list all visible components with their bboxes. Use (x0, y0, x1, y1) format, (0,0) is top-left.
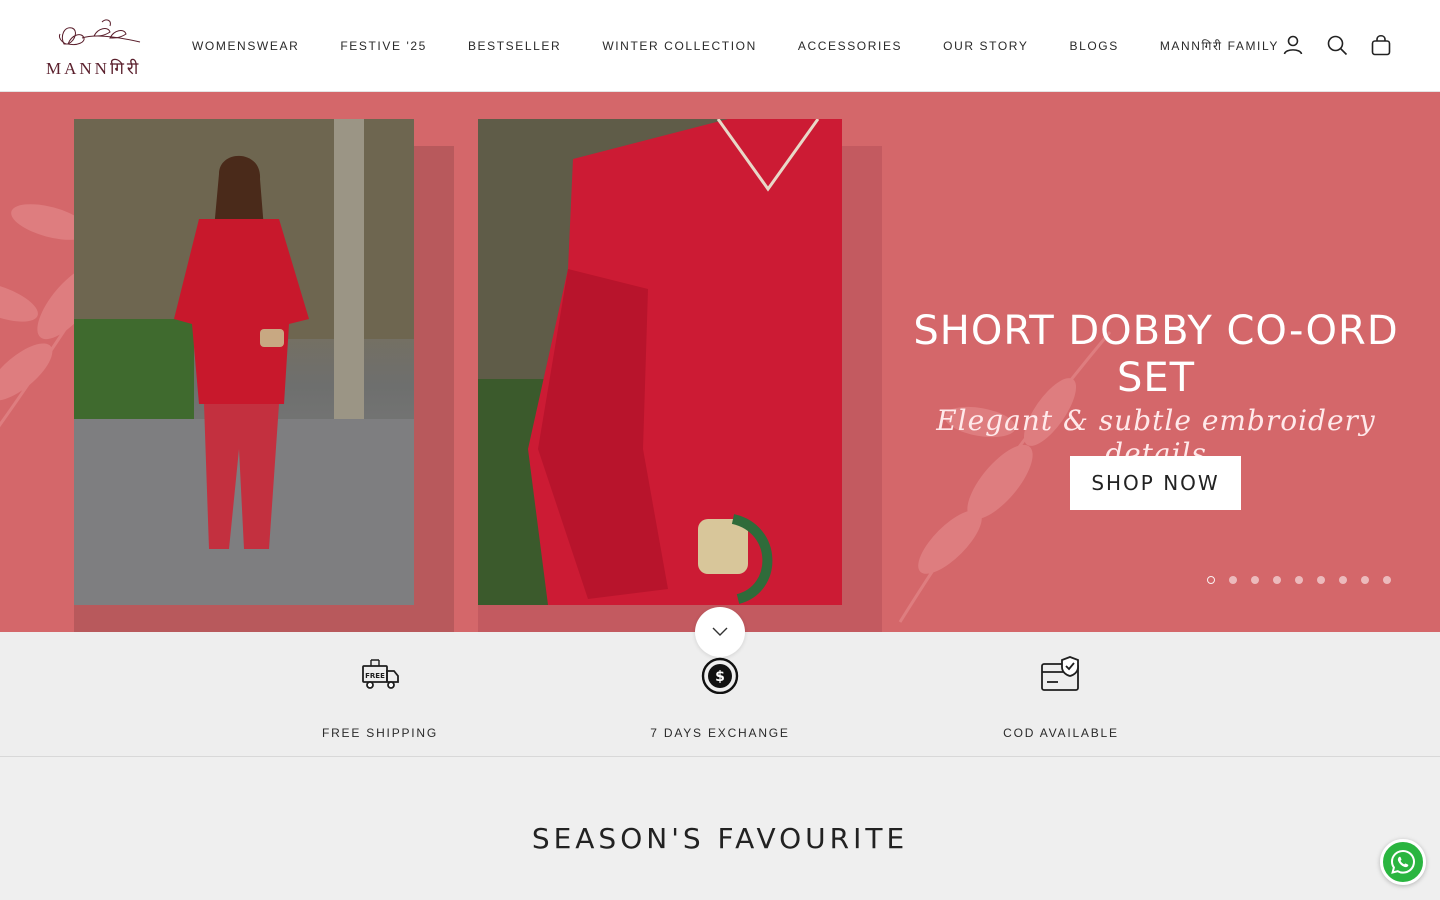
slide-dot-5[interactable] (1295, 576, 1303, 584)
feature-label: 7 DAYS EXCHANGE (650, 726, 790, 740)
nav-item-bestseller[interactable]: BESTSELLER (468, 38, 561, 54)
nav-item-winter-collection[interactable]: WINTER COLLECTION (602, 38, 757, 54)
brand-logo[interactable]: MANNगिरी (46, 16, 150, 78)
cart-icon[interactable] (1370, 34, 1392, 56)
svg-text:FREE: FREE (365, 672, 385, 680)
feature-label: COD AVAILABLE (1003, 726, 1119, 740)
site-header: MANNगिरी WOMENSWEAR FESTIVE '25 BESTSELL… (0, 0, 1440, 92)
hero-title: SHORT DOBBY CO-ORD SET (913, 308, 1399, 401)
feature-exchange: $ 7 DAYS EXCHANGE (620, 654, 820, 740)
shop-now-button[interactable]: SHOP NOW (1070, 456, 1241, 510)
main-nav: WOMENSWEAR FESTIVE '25 BESTSELLER WINTER… (192, 38, 1320, 54)
header-actions (1282, 34, 1392, 56)
search-icon[interactable] (1326, 34, 1348, 56)
slide-dot-3[interactable] (1251, 576, 1259, 584)
whatsapp-icon (1390, 849, 1416, 874)
nav-item-our-story[interactable]: OUR STORY (943, 38, 1028, 54)
lotus-logo-icon (59, 19, 141, 45)
feature-cod: COD AVAILABLE (961, 654, 1161, 740)
svg-text:$: $ (715, 669, 725, 685)
nav-item-accessories[interactable]: ACCESSORIES (798, 38, 902, 54)
logo-text: MANNगिरी (46, 59, 142, 78)
whatsapp-chat-button[interactable] (1380, 839, 1426, 885)
slide-dot-4[interactable] (1273, 576, 1281, 584)
slide-dot-1[interactable] (1207, 576, 1215, 584)
dollar-coin-icon: $ (701, 657, 739, 694)
hero-photo-detail-closeup (478, 119, 842, 605)
nav-item-family[interactable]: MANNगिरी FAMILY (1160, 38, 1279, 54)
hero-photo-model-full (74, 119, 414, 605)
free-delivery-truck-icon: FREE (362, 659, 399, 689)
feature-free-shipping: FREE FREE SHIPPING (280, 654, 480, 740)
account-icon[interactable] (1282, 34, 1304, 56)
feature-label: FREE SHIPPING (321, 726, 439, 740)
slide-dot-8[interactable] (1361, 576, 1369, 584)
nav-item-blogs[interactable]: BLOGS (1069, 38, 1118, 54)
chevron-down-icon (712, 627, 728, 636)
slide-dot-9[interactable] (1383, 576, 1391, 584)
scroll-down-button[interactable] (695, 607, 745, 657)
section-title: SEASON'S FAVOURITE (531, 822, 909, 855)
slide-dot-7[interactable] (1339, 576, 1347, 584)
nav-item-womenswear[interactable]: WOMENSWEAR (192, 38, 299, 54)
slide-dot-2[interactable] (1229, 576, 1237, 584)
hero-banner[interactable]: SHORT DOBBY CO-ORD SET Elegant & subtle … (0, 92, 1440, 632)
nav-item-festive[interactable]: FESTIVE '25 (340, 38, 427, 54)
slider-pagination (1207, 576, 1391, 584)
slide-dot-6[interactable] (1317, 576, 1325, 584)
cod-card-check-icon (1041, 656, 1079, 691)
